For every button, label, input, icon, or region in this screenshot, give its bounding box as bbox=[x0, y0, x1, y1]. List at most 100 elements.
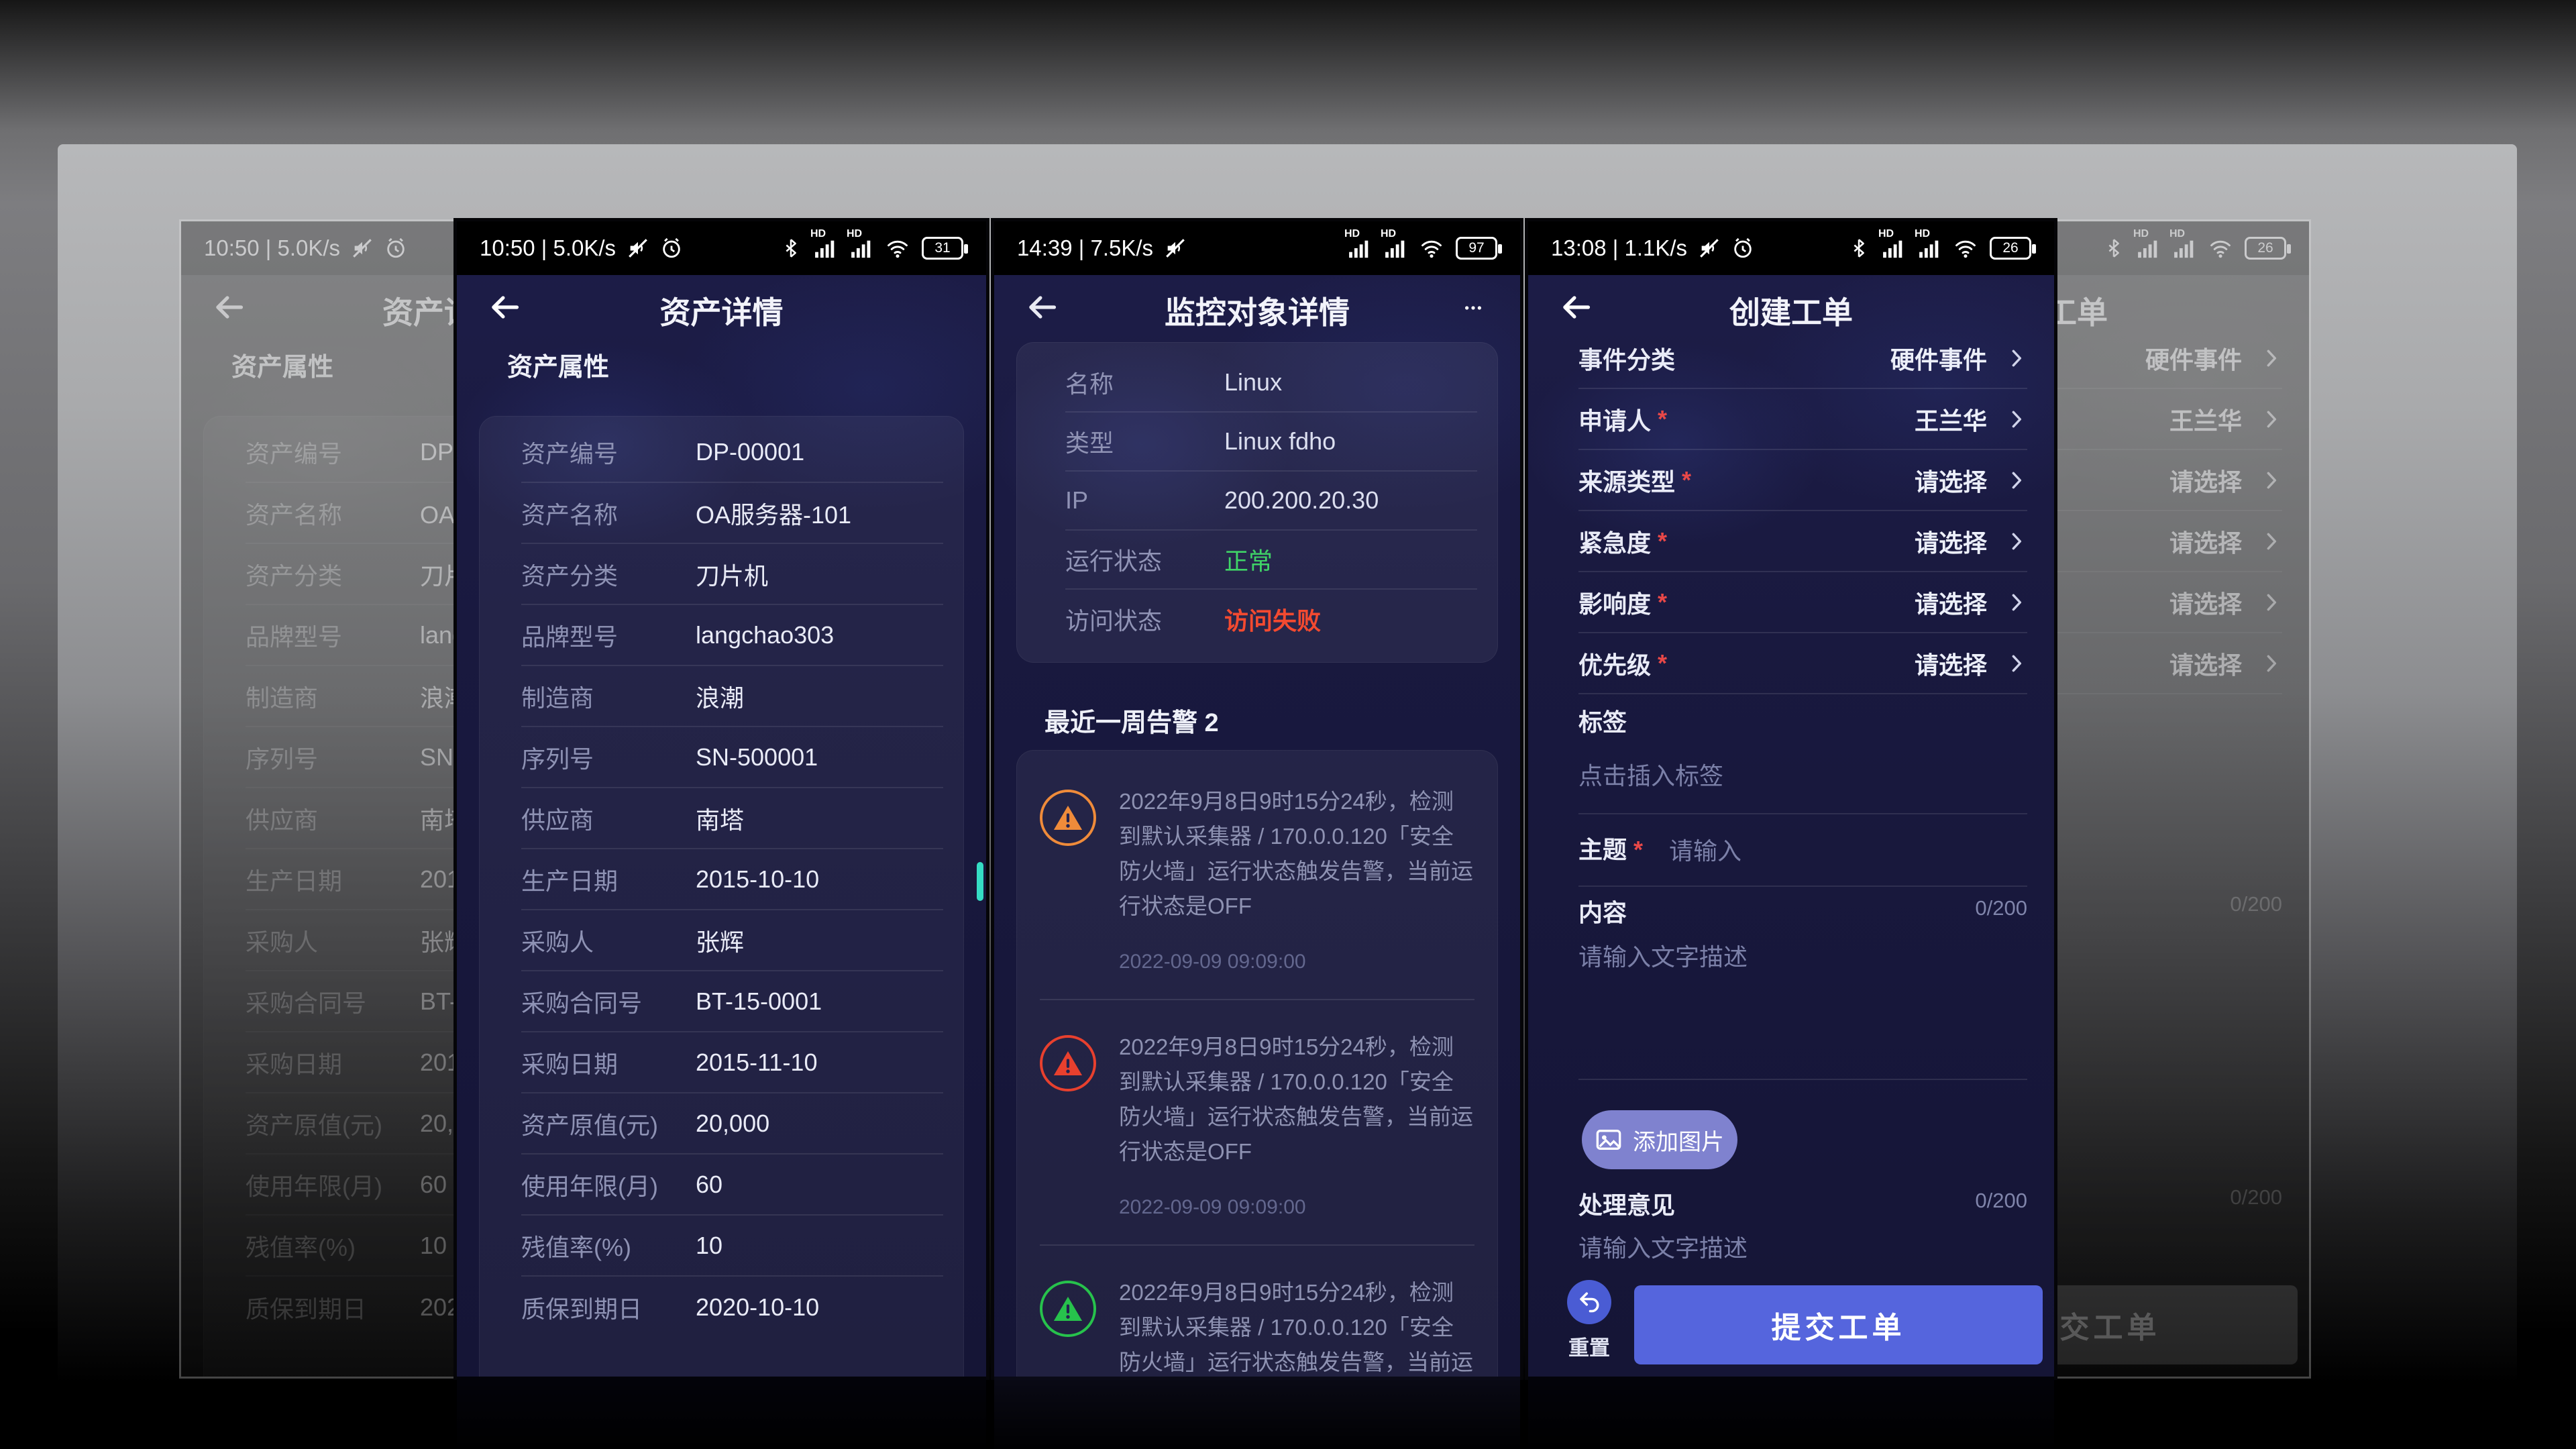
row-label: 生产日期 bbox=[521, 862, 696, 897]
status-bar: 10:50 | 5.0K/s HD HD 31 bbox=[457, 221, 986, 275]
mute-icon bbox=[1698, 237, 1721, 260]
select-row-event-category[interactable]: 事件分类硬件事件 bbox=[1578, 328, 2027, 389]
table-row: 类型Linux fdho bbox=[1065, 413, 1477, 472]
more-menu-icon[interactable] bbox=[1456, 298, 1491, 318]
alert-item[interactable]: 2022年9月8日9时15分24秒，检测到默认采集器 / 170.0.0.120… bbox=[1040, 1246, 1474, 1377]
select-row-source-type[interactable]: 来源类型*请选择 bbox=[1578, 450, 2027, 511]
bluetooth-icon bbox=[2104, 237, 2124, 260]
row-label: 质保到期日 bbox=[521, 1290, 696, 1325]
row-label: 采购合同号 bbox=[521, 984, 696, 1019]
asset-card: 资产编号DP-00001 资产名称OA服务器-101 资产分类刀片机 品牌型号l… bbox=[479, 416, 964, 1377]
mute-icon bbox=[351, 237, 374, 260]
row-value: SN-500001 bbox=[696, 743, 818, 771]
opinion-input[interactable]: 请输入文字描述 bbox=[1578, 1229, 1748, 1264]
select-row-urgency[interactable]: 紧急度*请选择 bbox=[1578, 511, 2027, 572]
tag-input[interactable]: 点击插入标签 bbox=[1578, 757, 1723, 792]
signal-icon: HD bbox=[813, 237, 837, 260]
chevron-right-icon bbox=[2261, 470, 2282, 491]
signal-icon: HD bbox=[1383, 237, 1407, 260]
phone-asset-detail: 10:50 | 5.0K/s HD HD 31 资产详情 资产属性 资产编号DP… bbox=[457, 221, 986, 1377]
reflection-monitor bbox=[994, 1377, 1520, 1449]
alert-item[interactable]: 2022年9月8日9时15分24秒，检测到默认采集器 / 170.0.0.120… bbox=[1040, 755, 1474, 1000]
chevron-right-icon bbox=[2006, 347, 2027, 369]
scrollbar-thumb[interactable] bbox=[977, 862, 983, 901]
table-row: 名称Linux bbox=[1065, 354, 1477, 413]
subject-input[interactable]: 请输入 bbox=[1669, 832, 1741, 867]
row-value: BT-15-0001 bbox=[696, 987, 822, 1016]
alarm-icon bbox=[384, 237, 407, 260]
select-row-priority[interactable]: 优先级*请选择 bbox=[1578, 633, 2027, 694]
alert-item[interactable]: 2022年9月8日9时15分24秒，检测到默认采集器 / 170.0.0.120… bbox=[1040, 1000, 1474, 1246]
nav-bar: 监控对象详情 bbox=[994, 275, 1520, 342]
row-value: langchao303 bbox=[696, 621, 834, 649]
status-bar: 13:08 | 1.1K/s HD HD 26 bbox=[1528, 221, 2054, 275]
select-list: 事件分类硬件事件 申请人*王兰华 来源类型*请选择 紧急度*请选择 影响度*请选… bbox=[1578, 328, 2027, 694]
row-value: 浪潮 bbox=[696, 679, 744, 714]
showcase-canvas: 10:50 | 5.0K/s HD HD 31 资产详情 资产属性 资产编号DP… bbox=[0, 0, 2576, 1449]
alerts-header: 最近一周告警 2 bbox=[1044, 702, 1219, 739]
chevron-right-icon bbox=[2006, 470, 2027, 491]
reset-button[interactable] bbox=[1567, 1280, 1611, 1324]
row-value: 刀片机 bbox=[696, 557, 768, 592]
submit-order-button[interactable]: 提交工单 bbox=[1634, 1285, 2043, 1364]
table-row: 采购合同号BT-15-0001 bbox=[521, 971, 943, 1032]
content-label: 内容 bbox=[1578, 894, 1627, 928]
table-row: 资产分类刀片机 bbox=[521, 544, 943, 605]
opinion-label: 处理意见 bbox=[1578, 1186, 1675, 1221]
table-row: 运行状态正常 bbox=[1065, 531, 1477, 590]
row-label: 采购日期 bbox=[521, 1045, 696, 1080]
chevron-right-icon bbox=[2261, 409, 2282, 430]
image-icon bbox=[1595, 1126, 1622, 1153]
row-value: 2015-10-10 bbox=[696, 865, 819, 894]
reflection-order: 重置 提交工单 bbox=[1528, 1377, 2054, 1449]
row-value: 60 bbox=[696, 1171, 722, 1199]
page-title: 监控对象详情 bbox=[994, 288, 1520, 333]
table-row: 访问状态访问失败 bbox=[1065, 590, 1477, 649]
alarm-icon bbox=[660, 237, 683, 260]
table-row: 使用年限(月)60 bbox=[521, 1155, 943, 1216]
wifi-icon bbox=[885, 237, 910, 260]
content-input[interactable]: 请输入文字描述 bbox=[1578, 938, 1748, 973]
alert-timestamp: 2022-09-09 09:09:00 bbox=[1119, 1196, 1474, 1219]
opinion-counter: 0/200 bbox=[1975, 1189, 2027, 1213]
row-label: 采购人 bbox=[521, 923, 696, 958]
table-row: 采购日期2015-11-10 bbox=[521, 1032, 943, 1093]
warning-triangle-icon bbox=[1040, 790, 1096, 846]
row-label: 残值率(%) bbox=[521, 1228, 696, 1263]
table-row: 资产名称OA服务器-101 bbox=[521, 483, 943, 544]
status-time-speed: 13:08 | 1.1K/s bbox=[1551, 235, 1687, 261]
status-badge: 访问失败 bbox=[1224, 602, 1321, 637]
row-label: 资产名称 bbox=[521, 496, 696, 531]
table-row: 资产原值(元)20,000 bbox=[521, 1093, 943, 1155]
row-value: 张辉 bbox=[696, 923, 744, 958]
battery-icon: 26 bbox=[1990, 237, 2031, 260]
table-row: 质保到期日2020-10-10 bbox=[521, 1277, 943, 1338]
row-value: DP-00001 bbox=[696, 438, 804, 466]
phone-create-order: 13:08 | 1.1K/s HD HD 26 创建工单 事件分类硬件事件 申请… bbox=[1528, 221, 2054, 1377]
battery-icon: 26 bbox=[2245, 237, 2286, 260]
page-title: 创建工单 bbox=[1528, 288, 2054, 333]
add-image-button[interactable]: 添加图片 bbox=[1582, 1110, 1737, 1169]
signal-icon: HD bbox=[2172, 237, 2196, 260]
row-value: OA服务器-101 bbox=[696, 496, 851, 531]
status-time-speed: 10:50 | 5.0K/s bbox=[480, 235, 616, 261]
signal-icon: HD bbox=[1347, 237, 1371, 260]
table-row: 供应商南塔 bbox=[521, 788, 943, 849]
undo-icon bbox=[1577, 1290, 1601, 1314]
chevron-right-icon bbox=[2261, 531, 2282, 552]
bluetooth-icon bbox=[1849, 237, 1869, 260]
mute-icon bbox=[627, 237, 649, 260]
monitor-info-card: 名称Linux 类型Linux fdho IP200.200.20.30 运行状… bbox=[1016, 342, 1498, 663]
row-label: 制造商 bbox=[521, 679, 696, 714]
chevron-right-icon bbox=[2261, 347, 2282, 369]
row-label: 资产编号 bbox=[521, 435, 696, 470]
chevron-right-icon bbox=[2006, 531, 2027, 552]
chevron-right-icon bbox=[2006, 592, 2027, 613]
table-row: 品牌型号langchao303 bbox=[521, 605, 943, 666]
success-triangle-icon bbox=[1040, 1281, 1096, 1337]
status-time-speed: 10:50 | 5.0K/s bbox=[204, 235, 340, 261]
chevron-right-icon bbox=[2261, 592, 2282, 613]
select-row-applicant[interactable]: 申请人*王兰华 bbox=[1578, 389, 2027, 450]
select-row-impact[interactable]: 影响度*请选择 bbox=[1578, 572, 2027, 633]
chevron-right-icon bbox=[2261, 653, 2282, 674]
